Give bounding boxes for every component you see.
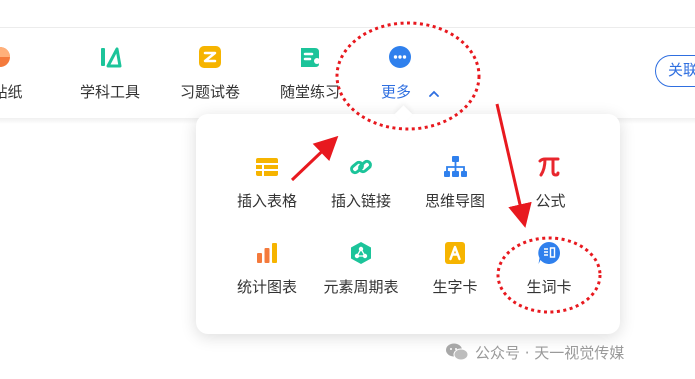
wechat-icon: [445, 342, 469, 362]
menu-item-label: 元素周期表: [323, 278, 399, 296]
toolbar-item-label: 层贴纸: [0, 83, 23, 101]
menu-item-label: 思维导图: [424, 192, 485, 210]
toolbar-item-class-practice[interactable]: 随堂练习: [265, 44, 355, 108]
pi-formula-icon: [536, 154, 562, 180]
periodic-table-icon: [348, 240, 374, 266]
menu-item-mind-map[interactable]: 思维导图: [408, 154, 502, 214]
table-icon: [254, 154, 280, 180]
toolbar-item-more[interactable]: 更多: [355, 44, 445, 108]
menu-item-label: 插入链接: [330, 192, 391, 210]
toolbar-item-sticker[interactable]: 层贴纸: [0, 44, 45, 108]
menu-item-label: 统计图表: [236, 278, 297, 296]
subject-tools-icon: [97, 44, 123, 70]
follow-button[interactable]: 关联: [655, 55, 695, 87]
menu-item-formula[interactable]: 公式: [502, 154, 596, 214]
watermark-text: 公众号 · 天一视觉传媒: [475, 344, 625, 362]
menu-item-insert-table[interactable]: 插入表格: [220, 154, 314, 214]
chevron-up-icon: [429, 84, 439, 97]
exercise-paper-icon: [197, 44, 223, 70]
toolbar-item-label: 随堂练习: [279, 83, 340, 101]
sticker-icon: [0, 44, 13, 70]
character-card-icon: [442, 240, 468, 266]
menu-item-label: 插入表格: [236, 192, 297, 210]
menu-item-label: 生词卡: [526, 278, 572, 296]
toolbar-item-label: 习题试卷: [179, 83, 240, 101]
toolbar-item-subject-tools[interactable]: 学科工具: [65, 44, 155, 108]
toolbar-item-exercise-paper[interactable]: 习题试卷: [165, 44, 255, 108]
menu-item-insert-link[interactable]: 插入链接: [314, 154, 408, 214]
link-icon: [348, 154, 374, 180]
menu-item-word-card[interactable]: 生词卡: [502, 240, 596, 300]
toolbar-item-label: 学科工具: [79, 83, 140, 101]
mind-map-icon: [442, 154, 468, 180]
word-card-icon: [536, 240, 562, 266]
menu-item-character-card[interactable]: 生字卡: [408, 240, 502, 300]
more-menu-popup: [196, 114, 620, 334]
menu-item-periodic-table[interactable]: 元素周期表: [314, 240, 408, 300]
more-icon: [387, 44, 413, 70]
menu-item-label: 生字卡: [432, 278, 478, 296]
menu-item-label: 公式: [535, 192, 566, 210]
bar-chart-icon: [254, 240, 280, 266]
menu-item-statistics-chart[interactable]: 统计图表: [220, 240, 314, 300]
class-practice-icon: [297, 44, 323, 70]
